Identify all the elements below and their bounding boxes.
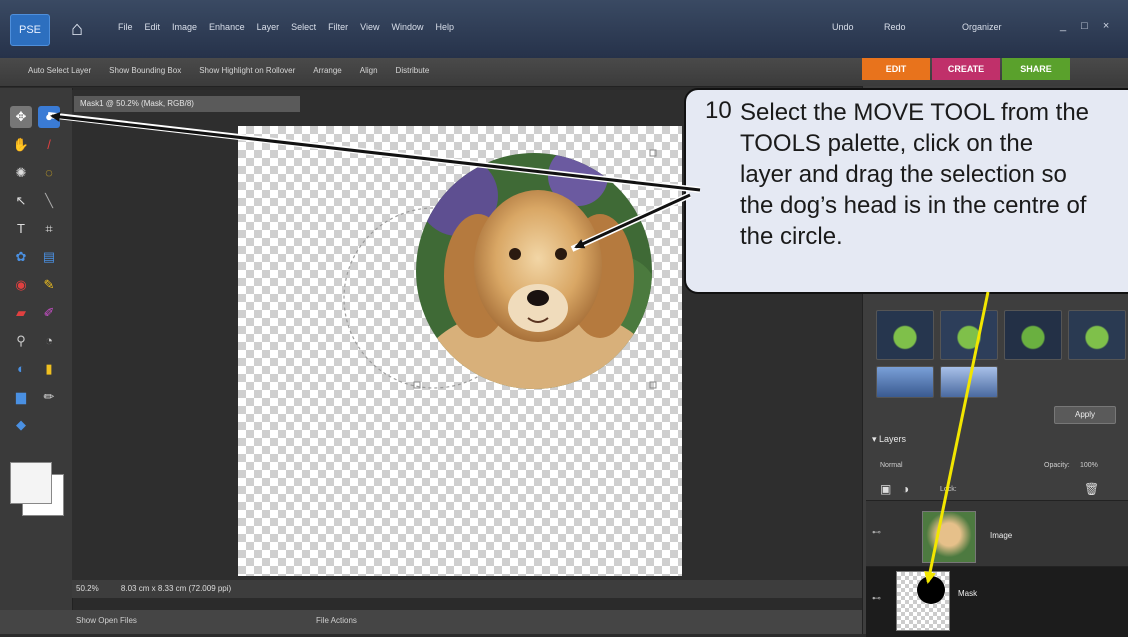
arrow-to-mask-layer (924, 291, 990, 584)
annotation-arrows (47, 111, 990, 584)
arrow-to-image-layer (574, 193, 691, 249)
arrow-to-move-tool (50, 111, 701, 192)
